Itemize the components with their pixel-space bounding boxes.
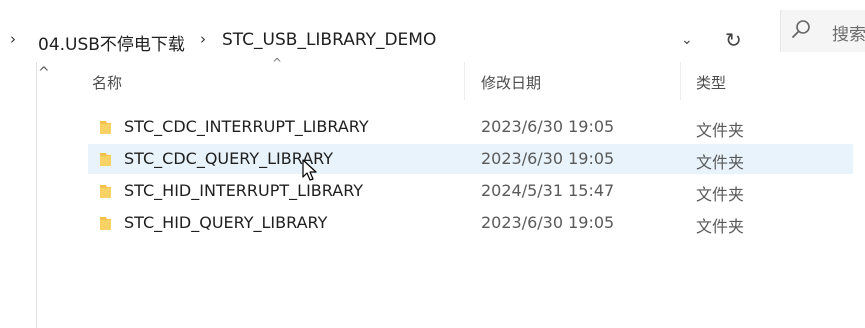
file-name: STC_HID_INTERRUPT_LIBRARY (124, 181, 364, 200)
address-bar[interactable]: › 04.USB不停电下载 › STC_USB_LIBRARY_DEMO ⌄ ↻ (0, 10, 768, 55)
breadcrumb-current[interactable]: STC_USB_LIBRARY_DEMO (222, 30, 436, 50)
chevron-down-icon[interactable]: ⌄ (681, 32, 693, 48)
column-header-type[interactable]: 类型 (696, 72, 726, 93)
file-row[interactable]: STC_HID_INTERRUPT_LIBRARY 2024/5/31 15:4… (88, 176, 853, 206)
sort-ascending-icon: ^ (272, 56, 283, 70)
breadcrumb-parent[interactable]: 04.USB不停电下载 (38, 30, 185, 55)
chevron-right-icon[interactable]: › (10, 30, 16, 48)
file-row[interactable]: STC_HID_QUERY_LIBRARY 2023/6/30 19:05 文件… (88, 208, 853, 238)
file-date: 2023/6/30 19:05 (481, 213, 615, 232)
file-name: STC_HID_QUERY_LIBRARY (124, 213, 328, 232)
column-header-date[interactable]: 修改日期 (481, 72, 541, 93)
file-row[interactable]: STC_CDC_INTERRUPT_LIBRARY 2023/6/30 19:0… (88, 112, 853, 142)
search-icon (792, 20, 810, 38)
file-type: 文件夹 (696, 185, 745, 204)
chevron-right-icon[interactable]: › (200, 30, 206, 48)
file-name: STC_CDC_INTERRUPT_LIBRARY (124, 117, 369, 136)
folder-icon (100, 217, 111, 230)
file-type: 文件夹 (696, 217, 745, 236)
folder-icon (100, 153, 111, 166)
file-date: 2023/6/30 19:05 (481, 117, 615, 136)
folder-icon (100, 185, 111, 198)
refresh-icon[interactable]: ↻ (725, 28, 742, 52)
file-type: 文件夹 (696, 121, 745, 140)
file-type: 文件夹 (696, 153, 745, 172)
column-divider[interactable] (464, 62, 465, 100)
chevron-up-icon[interactable]: ^ (38, 65, 50, 81)
navigation-pane[interactable] (0, 62, 37, 328)
column-header-name[interactable]: 名称 (92, 72, 122, 93)
search-input[interactable]: 搜索 (832, 20, 865, 45)
file-row[interactable]: STC_CDC_QUERY_LIBRARY 2023/6/30 19:05 文件… (88, 144, 853, 174)
file-date: 2024/5/31 15:47 (481, 181, 615, 200)
mouse-cursor-icon (302, 159, 317, 181)
file-date: 2023/6/30 19:05 (481, 149, 615, 168)
folder-icon (100, 121, 111, 134)
column-divider[interactable] (680, 62, 681, 100)
address-bar-row: › 04.USB不停电下载 › STC_USB_LIBRARY_DEMO ⌄ ↻… (0, 0, 865, 62)
